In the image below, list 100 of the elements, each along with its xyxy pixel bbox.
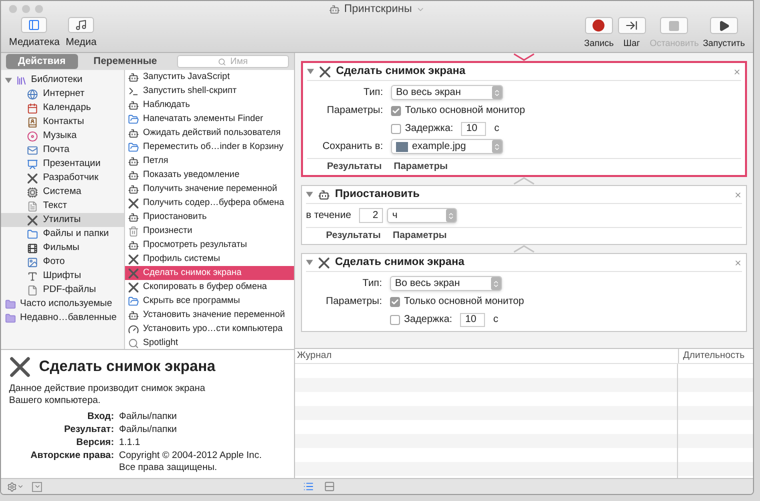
settings-icon[interactable]	[7, 482, 17, 492]
tree-item[interactable]: Часто используемые	[1, 297, 124, 311]
checkbox-label: Задержка:	[405, 122, 454, 136]
document-icon	[27, 200, 38, 212]
dropdown[interactable]: Во весь экран	[391, 85, 503, 100]
action-item[interactable]: Spotlight	[125, 336, 294, 349]
trash-icon	[128, 226, 139, 236]
disclosure-triangle[interactable]	[5, 76, 12, 84]
action-card[interactable]: Сделать снимок экрана Тип: Во весь экран Параметры: Только основной монитор Задержка: 10 с	[301, 253, 747, 332]
crossed-tools-icon	[128, 282, 139, 292]
action-item[interactable]: Напечатать элементы Finder	[125, 112, 294, 126]
close-icon[interactable]	[734, 258, 742, 266]
tree-item[interactable]: Фильмы	[1, 241, 124, 255]
disclosure-triangle[interactable]	[306, 191, 313, 198]
tree-item[interactable]: Музыка	[1, 129, 124, 143]
library-icon	[16, 74, 27, 86]
checkbox[interactable]	[391, 124, 401, 134]
tree-item[interactable]: Разработчик	[1, 171, 124, 185]
tree-item[interactable]: Календарь	[1, 101, 124, 115]
action-item[interactable]: Произнести	[125, 224, 294, 238]
action-item[interactable]: Установить уро…сти компьютера	[125, 322, 294, 336]
action-item[interactable]: Скопировать в буфер обмена	[125, 280, 294, 294]
toolbar-button[interactable]: Запись	[584, 17, 614, 50]
action-item[interactable]: Профиль системы	[125, 252, 294, 266]
tree-item[interactable]: Файлы и папки	[1, 227, 124, 241]
delay-field[interactable]: 10	[461, 122, 486, 136]
chip-icon	[27, 186, 38, 198]
tree-item[interactable]: Шрифты	[1, 269, 124, 283]
card-tab[interactable]: Параметры	[392, 228, 447, 244]
action-item[interactable]: Запустить shell-скрипт	[125, 84, 294, 98]
property-value: Файлы/папки	[119, 410, 178, 422]
segment-tab[interactable]: Переменные	[82, 54, 169, 69]
dropdown[interactable]: Во весь экран	[390, 276, 502, 291]
tree-item[interactable]: Почта	[1, 143, 124, 157]
card-title: Сделать снимок экрана	[336, 64, 466, 80]
action-card[interactable]: Приостановить в течение 2 ч Результаты Параметры	[301, 185, 747, 245]
duration-field[interactable]: 2	[359, 208, 384, 223]
checkbox-label: Задержка:	[404, 313, 452, 327]
action-item[interactable]: Получить значение переменной	[125, 182, 294, 196]
close-icon[interactable]	[734, 190, 742, 198]
tree-item[interactable]: Интернет	[1, 87, 124, 101]
folder-icon	[128, 142, 139, 152]
search-icon	[218, 58, 226, 66]
delay-field[interactable]: 10	[460, 312, 486, 326]
font-icon	[27, 270, 38, 282]
card-title: Приостановить	[335, 187, 421, 202]
action-item[interactable]: Запустить JavaScript	[125, 70, 294, 84]
robot-icon	[128, 240, 139, 250]
description-text: Данное действие производит снимок экрана Вашего компьютера.	[9, 382, 206, 406]
property-label: Вход:	[86, 410, 114, 422]
tree-item[interactable]: Утилиты	[1, 213, 124, 227]
action-item[interactable]: Сделать снимок экрана	[125, 266, 294, 280]
checkbox[interactable]	[391, 106, 401, 116]
collapse-button[interactable]	[32, 482, 42, 492]
window-title: Принтскрины	[344, 2, 412, 17]
music-disc-icon	[27, 130, 38, 142]
chevron-down-icon[interactable]	[17, 483, 24, 490]
action-item[interactable]: Скрыть все программы	[125, 294, 294, 308]
list-view-button[interactable]	[303, 481, 314, 492]
terminal-icon	[128, 86, 139, 96]
step-icon	[625, 19, 638, 32]
photo-thumbnail	[396, 142, 408, 152]
tree-item[interactable]: Презентации	[1, 157, 124, 171]
card-tab[interactable]: Параметры	[394, 160, 448, 174]
action-item[interactable]: Установить значение переменной	[125, 308, 294, 322]
card-tab[interactable]: Результаты	[326, 228, 381, 244]
search-icon	[128, 338, 139, 348]
folder-icon	[128, 114, 139, 124]
toolbar-button[interactable]: Медиатека	[9, 17, 60, 50]
tree-item[interactable]: Фото	[1, 255, 124, 269]
toolbar-button[interactable]: Медиа	[66, 17, 97, 50]
tree-item[interactable]: Контакты	[1, 115, 124, 129]
tree-item[interactable]: Система	[1, 185, 124, 199]
tree-item[interactable]: Библиотеки	[1, 73, 124, 87]
toolbar-button[interactable]: Запустить	[702, 17, 745, 50]
action-item[interactable]: Показать уведомление	[125, 168, 294, 182]
gauge-icon	[128, 324, 139, 334]
tree-item[interactable]: PDF-файлы	[1, 283, 124, 297]
action-item[interactable]: Наблюдать	[125, 98, 294, 112]
disclosure-triangle[interactable]	[306, 259, 313, 266]
action-item[interactable]: Приостановить	[125, 210, 294, 224]
close-icon[interactable]	[733, 68, 741, 76]
dropdown[interactable]: example.jpg	[391, 139, 503, 154]
split-view-button[interactable]	[324, 481, 335, 492]
action-item[interactable]: Получить содер…буфера обмена	[125, 196, 294, 210]
action-item[interactable]: Просмотреть результаты	[125, 238, 294, 252]
action-item[interactable]: Петля	[125, 154, 294, 168]
dropdown[interactable]: ч	[387, 208, 458, 223]
action-item[interactable]: Ожидать действий пользователя	[125, 126, 294, 140]
stepper-icon	[492, 86, 502, 99]
action-item[interactable]: Переместить об…inder в Корзину	[125, 140, 294, 154]
checkbox[interactable]	[390, 314, 400, 324]
property-value: Файлы/папки	[119, 424, 178, 436]
card-tab[interactable]: Результаты	[327, 160, 382, 174]
action-card[interactable]: Сделать снимок экрана Тип: Во весь экран Параметры: Только основной монитор Задержка: 10 с Сохранить в: example.jpg Результаты Параметры	[301, 61, 747, 177]
tree-item[interactable]: Недавно…бавленные	[1, 311, 124, 325]
tree-item[interactable]: Текст	[1, 199, 124, 213]
checkbox[interactable]	[390, 296, 400, 306]
folder-icon	[27, 228, 38, 240]
disclosure-triangle[interactable]	[307, 68, 314, 75]
